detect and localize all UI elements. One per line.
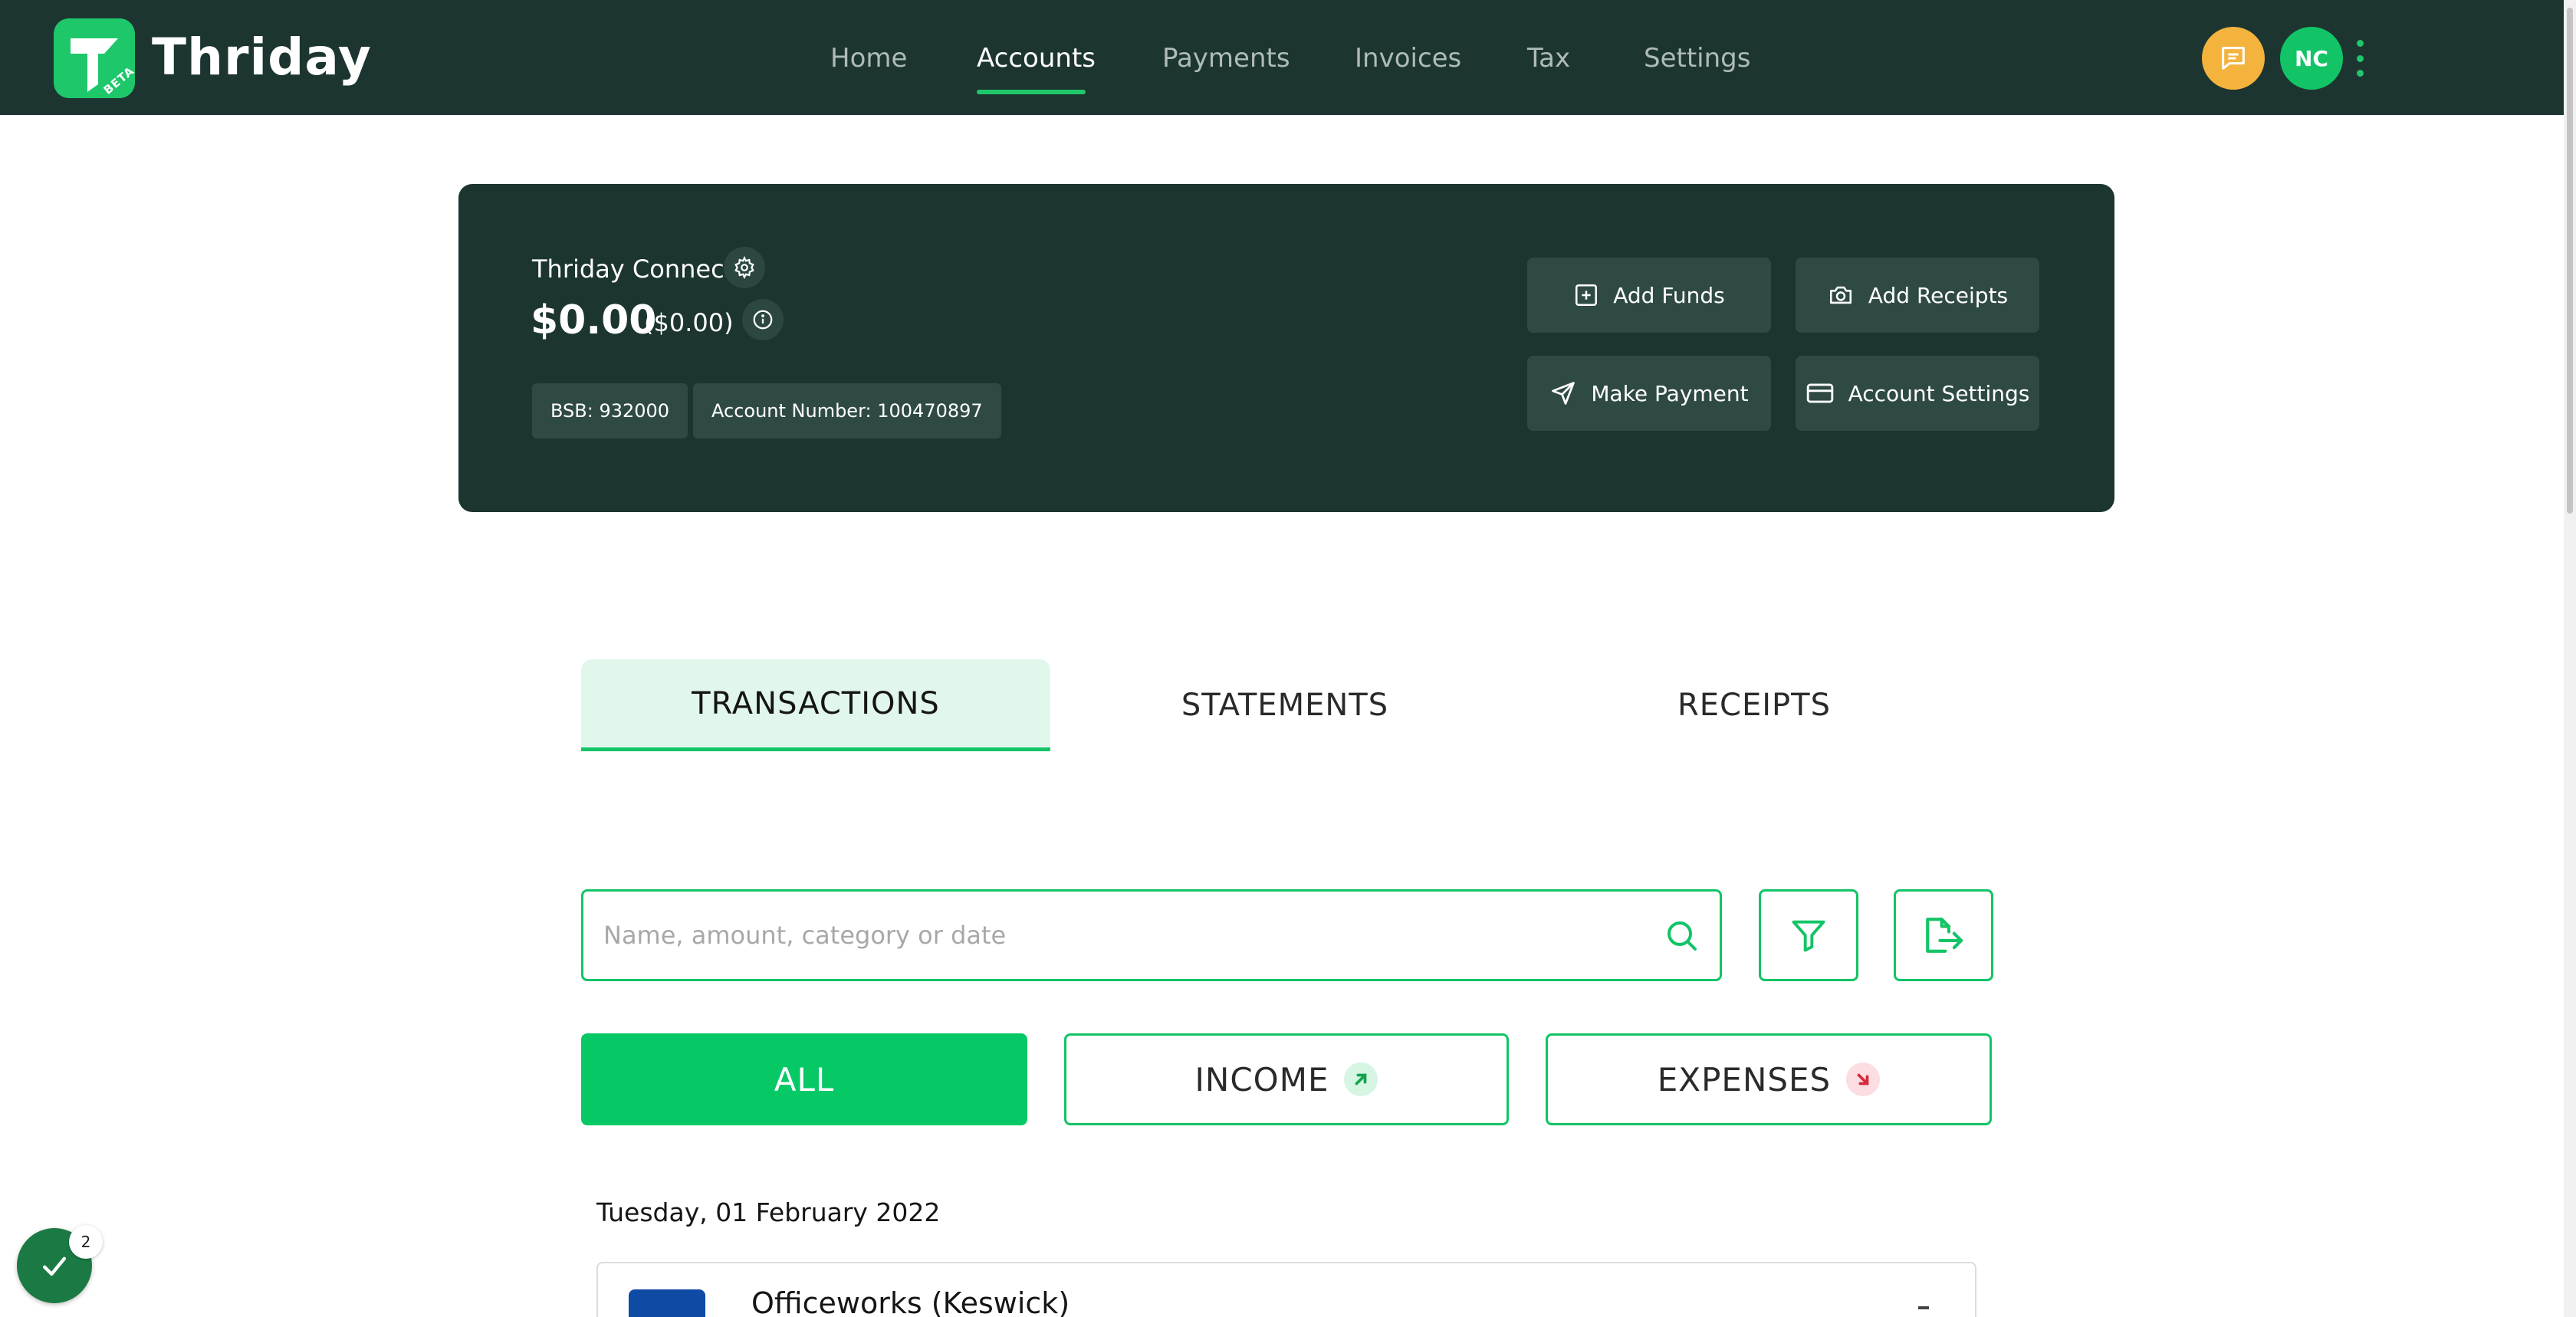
available-balance: ($0.00) [644, 308, 734, 337]
nav-settings[interactable]: Settings [1644, 43, 1750, 74]
account-settings-button[interactable]: Account Settings [1796, 356, 2039, 431]
account-settings-label: Account Settings [1848, 380, 2030, 406]
account-name: Thriday Connect [532, 255, 734, 284]
transaction-amount-partial [1918, 1306, 1929, 1309]
chat-button[interactable] [2202, 27, 2265, 90]
tasks-count-badge: 2 [69, 1225, 103, 1259]
user-avatar[interactable]: NC [2280, 27, 2343, 90]
nav-invoices[interactable]: Invoices [1355, 43, 1461, 74]
filter-icon [1792, 920, 1825, 952]
account-summary-card: Thriday Connect $0.00 ($0.00) BSB: 93200… [458, 184, 2114, 512]
nav-active-indicator [977, 90, 1086, 94]
make-payment-button[interactable]: Make Payment [1527, 356, 1771, 431]
make-payment-label: Make Payment [1591, 380, 1749, 406]
info-icon [753, 310, 773, 330]
add-receipts-label: Add Receipts [1868, 282, 2009, 308]
export-button[interactable] [1894, 889, 1993, 981]
arrow-down-right-icon [1846, 1062, 1881, 1096]
nav-tax[interactable]: Tax [1527, 43, 1570, 74]
gear-icon [734, 256, 754, 279]
transaction-row[interactable]: Officeworks (Keswick) [596, 1262, 1976, 1317]
account-number-chip: Account Number: 100470897 [693, 383, 1001, 438]
card-icon [1806, 383, 1833, 403]
filter-all-button[interactable]: ALL [581, 1033, 1027, 1125]
kebab-menu-icon[interactable] [2351, 40, 2369, 77]
account-balance: $0.00 [531, 297, 657, 343]
filter-expenses-label: EXPENSES [1657, 1060, 1832, 1099]
filter-expenses-button[interactable]: EXPENSES [1546, 1033, 1992, 1125]
balance-info-button[interactable] [742, 299, 784, 340]
arrow-up-right-icon [1344, 1062, 1378, 1096]
thriday-logo-icon[interactable]: BETA [54, 18, 137, 98]
tab-receipts[interactable]: RECEIPTS [1520, 659, 1989, 751]
brand-name[interactable]: Thriday [152, 28, 372, 87]
nav-accounts[interactable]: Accounts [977, 43, 1096, 74]
filter-all-label: ALL [774, 1060, 835, 1099]
chat-icon [2222, 47, 2245, 70]
search-icon[interactable] [1663, 917, 1700, 954]
add-funds-label: Add Funds [1613, 282, 1725, 308]
export-file-icon [1926, 918, 1963, 953]
transaction-merchant-name: Officeworks (Keswick) [751, 1286, 1070, 1317]
bsb-chip: BSB: 932000 [532, 383, 688, 438]
tab-transactions[interactable]: TRANSACTIONS [581, 659, 1050, 751]
nav-home[interactable]: Home [830, 43, 907, 74]
plus-square-icon [1576, 284, 1598, 307]
transaction-date-heading: Tuesday, 01 February 2022 [596, 1197, 941, 1227]
filter-income-label: INCOME [1194, 1060, 1329, 1099]
merchant-logo [629, 1289, 705, 1317]
top-navigation-bar: BETA Thriday Home Accounts Payments Invo… [0, 0, 2576, 115]
nav-payments[interactable]: Payments [1162, 43, 1290, 74]
checkmark-icon [42, 1256, 67, 1276]
filter-button[interactable] [1759, 889, 1858, 981]
scrollbar-thumb[interactable] [2567, 8, 2573, 514]
tab-statements[interactable]: STATEMENTS [1050, 659, 1520, 751]
add-funds-button[interactable]: Add Funds [1527, 258, 1771, 333]
send-icon [1552, 382, 1576, 405]
transaction-search[interactable] [581, 889, 1722, 981]
add-receipts-button[interactable]: Add Receipts [1796, 258, 2039, 333]
filter-income-button[interactable]: INCOME [1064, 1033, 1509, 1125]
search-input[interactable] [603, 921, 1663, 950]
account-settings-gear-button[interactable] [724, 247, 765, 288]
camera-icon [1829, 286, 1852, 304]
